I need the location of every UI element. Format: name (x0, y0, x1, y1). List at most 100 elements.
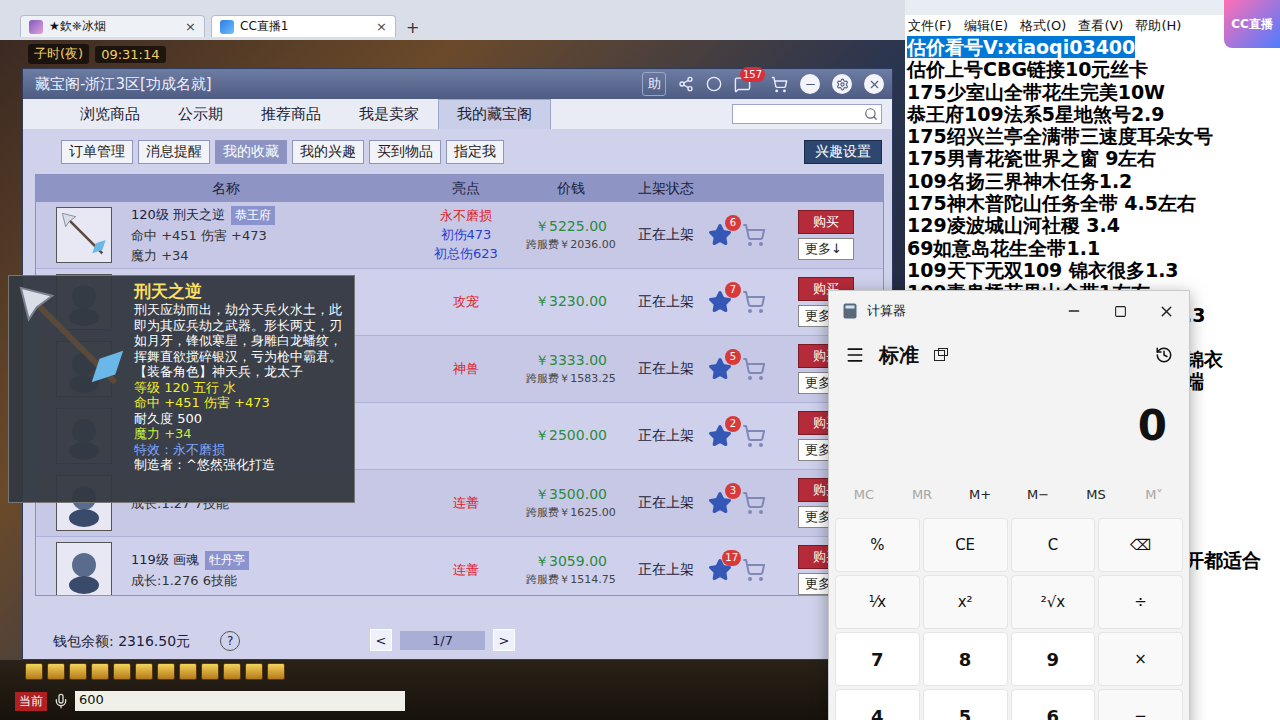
keep-on-top-icon[interactable] (933, 347, 949, 363)
toolbar-icon[interactable] (267, 663, 285, 680)
calculator-key[interactable]: x² (923, 575, 1008, 629)
menu-item[interactable]: 格式(O) (1020, 17, 1066, 35)
calculator-key[interactable]: × (1098, 632, 1183, 686)
interest-settings-button[interactable]: 兴趣设置 (804, 140, 882, 164)
add-cart-button[interactable] (742, 357, 766, 381)
close-button[interactable] (864, 74, 884, 94)
browser-tab[interactable]: ★欽❈冰烟× (20, 15, 205, 37)
add-cart-button[interactable] (742, 491, 766, 515)
more-button[interactable]: 更多↓ (798, 238, 854, 260)
chat-input[interactable]: 600 (75, 691, 405, 711)
calculator-key[interactable]: 6 (1011, 689, 1096, 720)
table-row[interactable]: 119级 画魂牡丹亭成长:1.276 6技能连善￥3059.00跨服费￥1514… (36, 537, 883, 595)
memory-key[interactable]: M+ (951, 487, 1009, 502)
add-cart-button[interactable] (742, 290, 766, 314)
close-tab-button[interactable]: × (376, 19, 387, 34)
toolbar-icon[interactable] (201, 663, 219, 680)
share-icon[interactable] (678, 76, 694, 92)
search-field[interactable] (732, 104, 882, 124)
favorite-button[interactable]: 3 (708, 491, 732, 515)
messages-button[interactable]: 157 (734, 76, 751, 93)
toolbar-icon[interactable] (223, 663, 241, 680)
chat-channel[interactable]: 当前 (15, 692, 47, 711)
cart-icon[interactable] (771, 76, 788, 93)
wallet-help-button[interactable]: ? (220, 631, 240, 651)
new-tab-button[interactable]: + (402, 18, 423, 37)
toolbar-icon[interactable] (245, 663, 263, 680)
main-tab[interactable]: 我是卖家 (340, 99, 438, 129)
add-cart-button[interactable] (742, 424, 766, 448)
window-header[interactable]: 藏宝阁-浙江3区[功成名就]助157 (23, 69, 892, 99)
menu-item[interactable]: 查看(V) (1078, 17, 1123, 35)
toolbar-icon[interactable] (25, 663, 43, 680)
calculator-key[interactable]: ⅟x (835, 575, 920, 629)
browser-tab[interactable]: CC直播1× (211, 15, 396, 37)
minimize-button[interactable] (800, 74, 820, 94)
favorite-button[interactable]: 5 (708, 357, 732, 381)
toolbar-icon[interactable] (179, 663, 197, 680)
toolbar-icon[interactable] (69, 663, 87, 680)
main-tab[interactable]: 公示期 (159, 99, 242, 129)
close-tab-button[interactable]: × (185, 19, 196, 34)
prev-page-button[interactable]: < (370, 629, 392, 651)
favorite-button[interactable]: 7 (708, 290, 732, 314)
calculator-key[interactable]: C (1011, 518, 1096, 572)
help-button[interactable]: 助 (642, 72, 666, 96)
settings-button[interactable] (832, 74, 852, 94)
main-tab[interactable]: 我的藏宝阁 (438, 99, 551, 129)
calculator-key[interactable]: − (1098, 689, 1183, 720)
sub-tab[interactable]: 我的收藏 (215, 140, 287, 164)
toolbar-icon[interactable] (135, 663, 153, 680)
favorite-button[interactable]: 2 (708, 424, 732, 448)
memory-key[interactable]: MS (1067, 487, 1125, 502)
sub-tab[interactable]: 订单管理 (61, 140, 133, 164)
add-cart-button[interactable] (742, 223, 766, 247)
calculator-key[interactable]: ²√x (1011, 575, 1096, 629)
tooltip-description: 刑天应劫而出，劫分天兵火水土，此即为其应兵劫之武器。形长两丈，刃如月牙，锋似寒星… (134, 302, 346, 364)
maximize-button[interactable] (1097, 291, 1143, 331)
table-row[interactable]: 120级 刑天之逆恭王府命中 +451 伤害 +473魔力 +34永不磨损初伤4… (36, 202, 883, 269)
status-cell: 正在上架 (626, 470, 706, 536)
record-icon[interactable] (706, 76, 722, 92)
next-page-button[interactable]: > (493, 629, 515, 651)
calculator-key[interactable]: 9 (1011, 632, 1096, 686)
buy-button[interactable]: 购买 (798, 210, 854, 234)
menu-item[interactable]: 帮助(H) (1135, 17, 1181, 35)
toolbar-icon[interactable] (113, 663, 131, 680)
calculator-key[interactable]: ÷ (1098, 575, 1183, 629)
cross-fee: 跨服费￥1583.25 (526, 371, 616, 386)
toolbar-icon[interactable] (157, 663, 175, 680)
favorite-button[interactable]: 6 (708, 223, 732, 247)
calculator-key[interactable]: 8 (923, 632, 1008, 686)
memory-key[interactable]: M− (1009, 487, 1067, 502)
sub-tab[interactable]: 我的兴趣 (292, 140, 364, 164)
calculator-key[interactable]: CE (923, 518, 1008, 572)
sub-tab[interactable]: 买到物品 (369, 140, 441, 164)
highlight: 初总伤623 (434, 245, 498, 263)
calculator-key[interactable]: % (835, 518, 920, 572)
mic-icon[interactable] (53, 693, 69, 709)
calculator-key[interactable]: 4 (835, 689, 920, 720)
toolbar-icon[interactable] (91, 663, 109, 680)
toolbar-icon[interactable] (47, 663, 65, 680)
text-line: 109名扬三界神木任务1.2 (907, 170, 1280, 192)
history-icon[interactable] (1155, 346, 1173, 364)
memory-row: MCMRM+M−MSM˅ (829, 471, 1189, 518)
add-cart-button[interactable] (742, 558, 766, 582)
item-name: 119级 画魂 (131, 551, 199, 569)
favorite-button[interactable]: 17 (708, 558, 732, 582)
calculator-key[interactable]: 7 (835, 632, 920, 686)
calculator-key[interactable]: ⌫ (1098, 518, 1183, 572)
menu-item[interactable]: 编辑(E) (964, 17, 1008, 35)
main-tab[interactable]: 浏览商品 (61, 99, 159, 129)
sub-tab[interactable]: 指定我 (446, 140, 504, 164)
close-button[interactable] (1143, 291, 1189, 331)
menu-item[interactable]: 文件(F) (908, 17, 952, 35)
calculator-titlebar[interactable]: 计算器 (829, 291, 1189, 331)
calculator-key[interactable]: 5 (923, 689, 1008, 720)
main-tab[interactable]: 推荐商品 (242, 99, 340, 129)
favorite-count: 17 (722, 550, 741, 566)
menu-icon[interactable] (845, 345, 865, 365)
minimize-button[interactable] (1051, 291, 1097, 331)
sub-tab[interactable]: 消息提醒 (138, 140, 210, 164)
